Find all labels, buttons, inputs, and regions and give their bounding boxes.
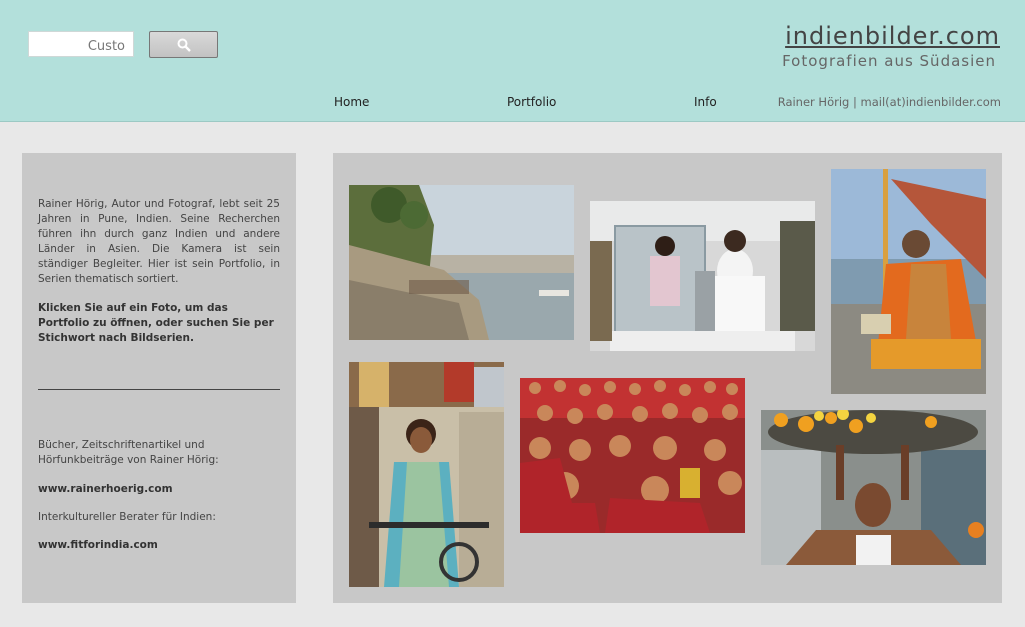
site-title[interactable]: indienbilder.com [785, 22, 1000, 50]
photo-gallery [333, 153, 1002, 603]
nav-portfolio[interactable]: Portfolio [507, 95, 556, 109]
books-link[interactable]: www.rainerhoerig.com [38, 482, 288, 497]
photo-river-ghats[interactable] [349, 185, 574, 340]
sidebar: Rainer Hörig, Autor und Fotograf, lebt s… [22, 153, 296, 603]
photo-flower-carrier[interactable] [761, 410, 986, 565]
photo-monks[interactable] [520, 378, 745, 533]
search-icon [177, 38, 191, 52]
photo-science-lab[interactable] [590, 201, 815, 351]
nav-info[interactable]: Info [694, 95, 717, 109]
books-label: Bücher, Zeitschriftenartikel und Hörfunk… [38, 439, 219, 466]
call-to-action-text: Klicken Sie auf ein Foto, um das Portfol… [38, 302, 274, 344]
nav-contact[interactable]: Rainer Hörig | mail(at)indienbilder.com [778, 95, 1001, 109]
photo-priest[interactable] [831, 169, 986, 394]
search-button[interactable] [149, 31, 218, 58]
site-subtitle: Fotografien aus Südasien [782, 52, 996, 70]
nav-home[interactable]: Home [334, 95, 369, 109]
divider [38, 389, 280, 390]
header: Custo indienbilder.com Fotografien aus S… [0, 0, 1025, 122]
photo-woman-bicycle[interactable] [349, 362, 504, 587]
search-input[interactable]: Custo [28, 31, 134, 57]
consultant-label: Interkultureller Berater für Indien: [38, 511, 216, 523]
consultant-link[interactable]: www.fitforindia.com [38, 538, 288, 553]
intro-text: Rainer Hörig, Autor und Fotograf, lebt s… [38, 198, 280, 285]
